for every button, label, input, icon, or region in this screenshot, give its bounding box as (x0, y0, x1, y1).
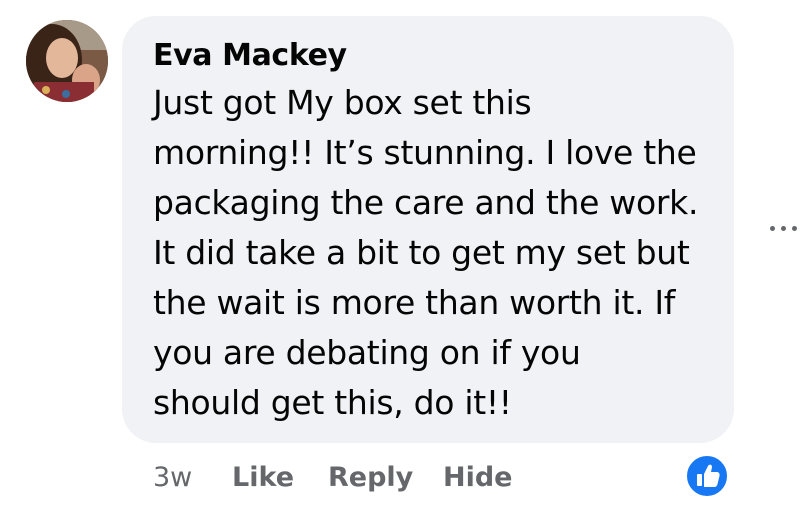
profile-photo-icon (26, 20, 108, 102)
thumbs-up-icon (697, 464, 720, 487)
reply-button[interactable]: Reply (328, 462, 413, 493)
comment-timestamp[interactable]: 3w (153, 462, 192, 493)
comment-text: Just got My box set this morning!! It’s … (153, 83, 699, 422)
comment-author[interactable]: Eva Mackey (153, 38, 347, 73)
comment: Eva Mackey Just got My box set this morn… (0, 0, 809, 509)
more-options-icon[interactable] (764, 217, 804, 237)
avatar[interactable] (26, 20, 108, 102)
hide-button[interactable]: Hide (443, 462, 513, 493)
like-reaction-badge[interactable] (684, 453, 730, 499)
like-button[interactable]: Like (232, 462, 294, 493)
